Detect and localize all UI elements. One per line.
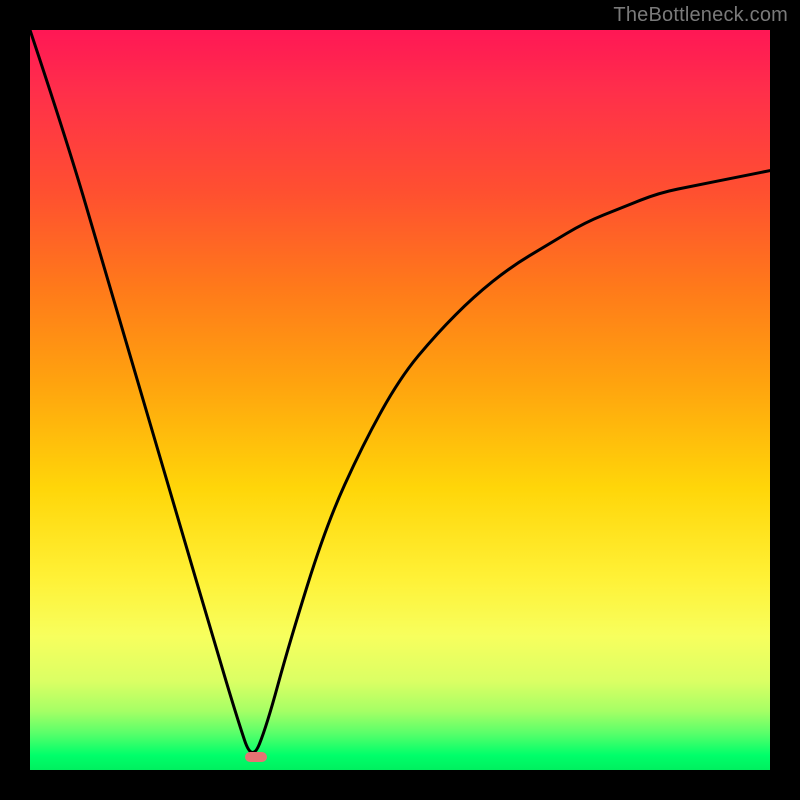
plot-area [30, 30, 770, 770]
bottleneck-curve [30, 30, 770, 770]
minimum-marker [245, 752, 267, 762]
chart-container: TheBottleneck.com [0, 0, 800, 800]
watermark-text: TheBottleneck.com [613, 4, 788, 27]
curve-path [30, 30, 770, 753]
